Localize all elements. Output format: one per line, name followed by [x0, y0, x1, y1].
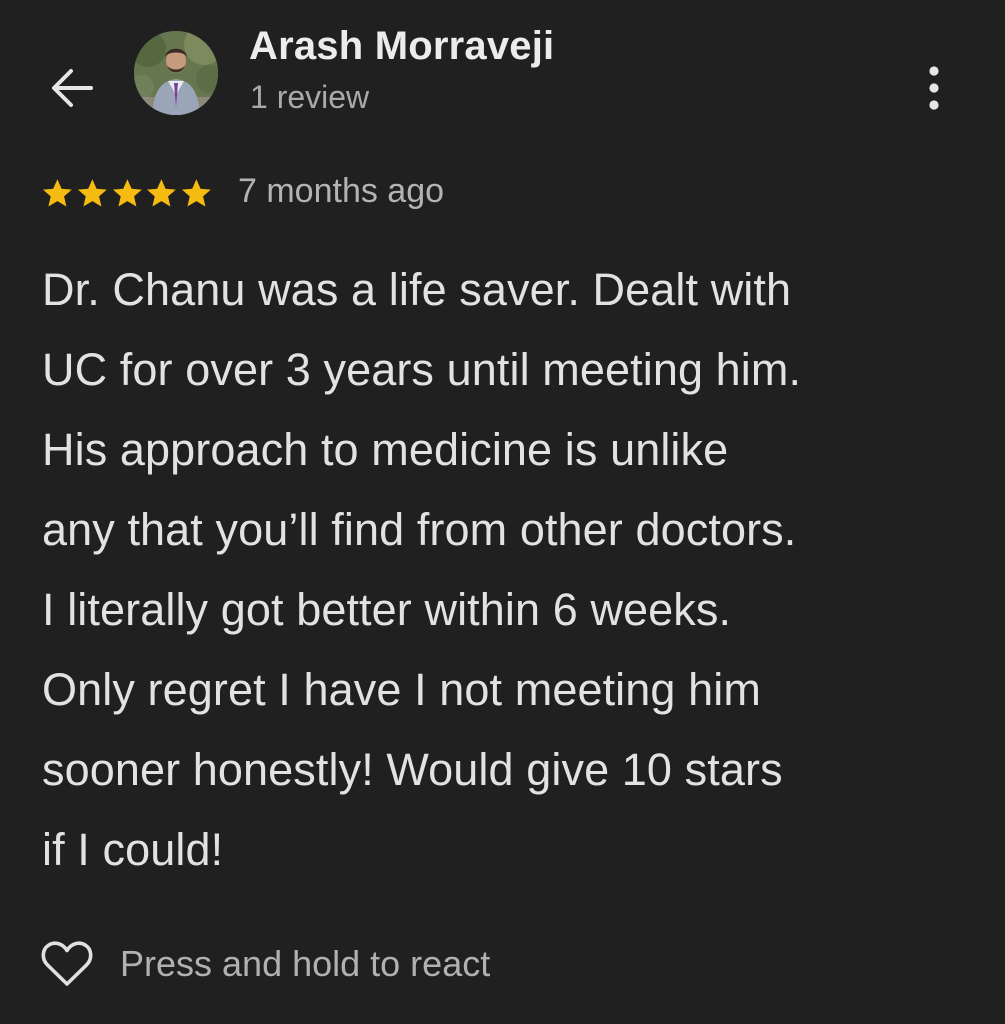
star-icon — [112, 179, 142, 207]
react-button[interactable]: Press and hold to react — [40, 938, 490, 990]
avatar-photo — [134, 31, 218, 115]
review-text-line: Dr. Chanu was a life saver. Dealt with — [42, 264, 792, 315]
star-rating — [40, 176, 214, 212]
review-text-line: Only regret I have I not meeting him — [42, 664, 761, 715]
review-text-line: UC for over 3 years until meeting him. — [42, 344, 802, 395]
review-text-line: I literally got better within 6 weeks. — [42, 584, 732, 635]
star-icon — [77, 179, 107, 207]
react-label: Press and hold to react — [120, 943, 491, 984]
heart-outline-icon — [41, 941, 93, 986]
more-vertical-icon — [929, 66, 939, 110]
review-count: 1 review — [250, 79, 370, 115]
star-icon — [182, 179, 212, 207]
review-date: 7 months ago — [238, 172, 445, 210]
more-options-button[interactable] — [912, 60, 956, 116]
star-icon — [42, 179, 72, 207]
avatar[interactable] — [134, 31, 218, 115]
back-button[interactable] — [44, 64, 100, 112]
review-text-line: sooner honestly! Would give 10 stars — [42, 744, 783, 795]
review-text-line: if I could! — [42, 824, 224, 875]
reviewer-name[interactable]: Arash Morraveji — [249, 24, 554, 69]
review-text: Dr. Chanu was a life saver. Dealt with U… — [42, 250, 982, 890]
arrow-left-icon — [52, 69, 93, 107]
review-text-line: His approach to medicine is unlike — [42, 424, 729, 475]
star-icon — [147, 179, 177, 207]
review-text-line: any that you’ll find from other doctors. — [42, 504, 797, 555]
